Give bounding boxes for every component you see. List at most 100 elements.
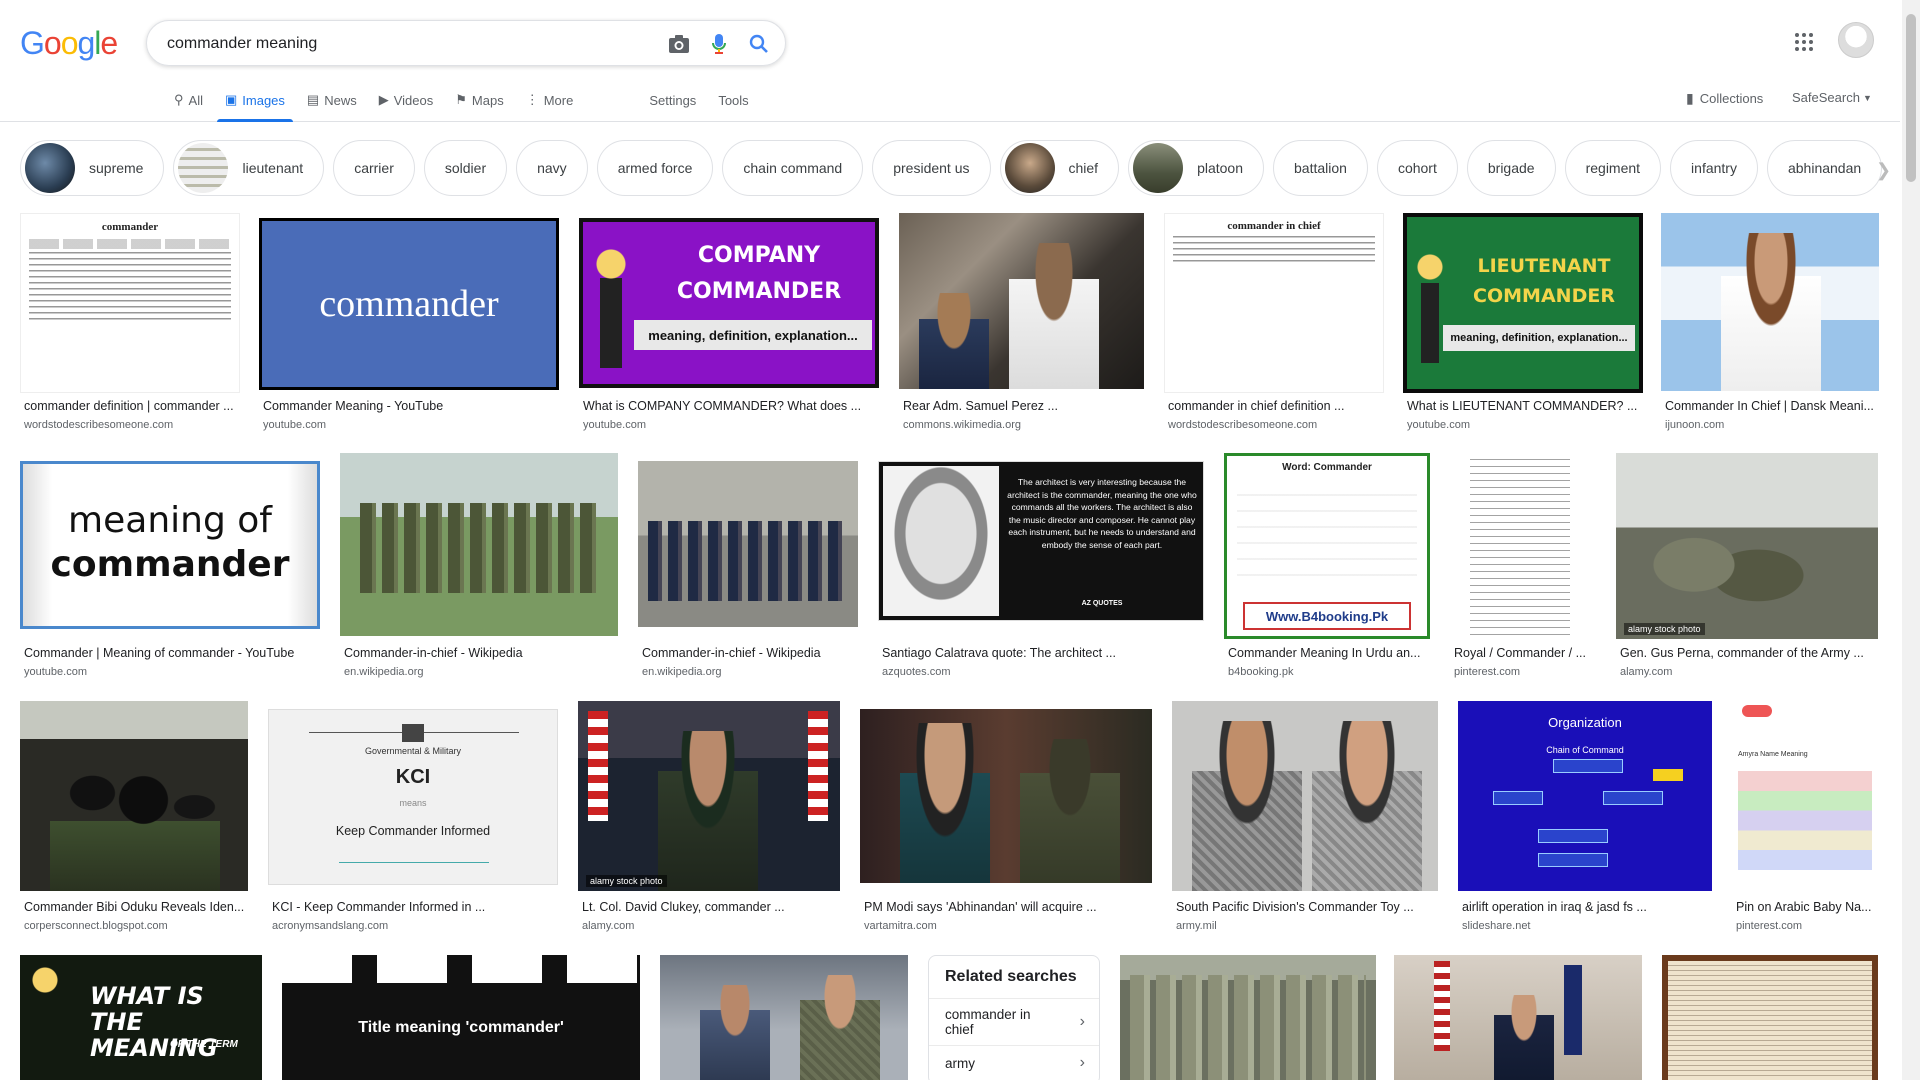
image-result[interactable]: meaning of commander Commander | Meaning… bbox=[20, 461, 320, 681]
result-title[interactable]: commander in chief definition ... bbox=[1168, 399, 1384, 413]
result-title[interactable]: Commander-in-chief - Wikipedia bbox=[344, 646, 618, 660]
chip[interactable]: brigade bbox=[1466, 140, 1556, 196]
result-source[interactable]: ijunoon.com bbox=[1665, 419, 1724, 431]
apps-grid-icon[interactable] bbox=[1794, 32, 1818, 56]
chevron-right-icon[interactable]: ❯ bbox=[1876, 160, 1891, 181]
related-search-item[interactable]: army › bbox=[929, 1046, 1099, 1080]
chip[interactable]: cohort bbox=[1376, 140, 1458, 196]
image-result[interactable] bbox=[660, 955, 908, 1080]
result-title[interactable]: Santiago Calatrava quote: The architect … bbox=[882, 646, 1204, 660]
image-result[interactable]: Commander-in-chief - Wikipedia en.wikipe… bbox=[638, 461, 858, 681]
tab-settings[interactable]: Settings bbox=[641, 88, 704, 122]
image-result[interactable]: COMPANY COMMANDER meaning, definition, e… bbox=[579, 213, 879, 433]
image-result[interactable]: Amyra Name Meaning Pin on Arabic Baby Na… bbox=[1732, 701, 1878, 932]
result-title[interactable]: What is LIEUTENANT COMMANDER? ... bbox=[1407, 399, 1643, 413]
chip[interactable]: president us bbox=[872, 140, 991, 196]
image-result[interactable]: Word: Commander Www.B4booking.Pk Command… bbox=[1224, 453, 1430, 681]
chip[interactable]: supreme bbox=[20, 140, 165, 196]
result-title[interactable]: commander definition | commander ... bbox=[24, 399, 240, 413]
tab-images[interactable]: ▣ Images bbox=[216, 88, 293, 122]
image-result[interactable] bbox=[1662, 955, 1878, 1080]
result-source[interactable]: alamy.com bbox=[1620, 666, 1672, 678]
result-source[interactable]: youtube.com bbox=[583, 419, 646, 431]
result-title[interactable]: Commander-in-chief - Wikipedia bbox=[642, 646, 858, 660]
image-result[interactable]: WHAT IS THE MEANING OF THE TERM bbox=[20, 955, 262, 1080]
result-source[interactable]: youtube.com bbox=[263, 419, 326, 431]
result-source[interactable]: vartamitra.com bbox=[864, 920, 937, 932]
camera-icon[interactable] bbox=[667, 32, 691, 56]
image-result[interactable]: PM Modi says 'Abhinandan' will acquire .… bbox=[860, 709, 1152, 932]
tab-more[interactable]: ⋮ More bbox=[518, 88, 582, 122]
account-avatar[interactable] bbox=[1838, 22, 1874, 58]
image-result[interactable]: Organization Chain of Command airlift op… bbox=[1458, 701, 1712, 932]
result-source[interactable]: youtube.com bbox=[24, 666, 87, 678]
image-result[interactable]: commander in chief commander in chief de… bbox=[1164, 213, 1384, 433]
result-source[interactable]: corpersconnect.blogspot.com bbox=[24, 920, 168, 932]
image-result[interactable]: Commander Bibi Oduku Reveals Iden... cor… bbox=[20, 701, 248, 932]
microphone-icon[interactable] bbox=[707, 32, 731, 56]
chip[interactable]: chain command bbox=[722, 140, 864, 196]
image-result[interactable]: commander commander definition | command… bbox=[20, 213, 240, 433]
search-input[interactable] bbox=[167, 33, 647, 55]
search-box[interactable] bbox=[146, 20, 786, 66]
result-title[interactable]: Commander | Meaning of commander - YouTu… bbox=[24, 646, 320, 660]
chip[interactable]: lieutenant bbox=[173, 140, 325, 196]
result-source[interactable]: en.wikipedia.org bbox=[642, 666, 722, 678]
chip[interactable]: abhinandan bbox=[1766, 140, 1883, 196]
image-result[interactable]: Commander-in-chief - Wikipedia en.wikipe… bbox=[340, 453, 618, 681]
image-result[interactable]: alamy stock photo Lt. Col. David Clukey,… bbox=[578, 701, 840, 932]
result-source[interactable]: pinterest.com bbox=[1454, 666, 1520, 678]
result-source[interactable]: commons.wikimedia.org bbox=[903, 419, 1021, 431]
result-title[interactable]: Commander Meaning In Urdu an... bbox=[1228, 646, 1430, 660]
collections-link[interactable]: ▮ Collections bbox=[1686, 90, 1763, 107]
chip[interactable]: infantry bbox=[1670, 140, 1758, 196]
image-result[interactable]: Royal / Commander / ... pinterest.com bbox=[1450, 453, 1596, 681]
image-result[interactable]: Title meaning 'commander' bbox=[282, 955, 640, 1080]
chip[interactable]: armed force bbox=[596, 140, 714, 196]
result-source[interactable]: youtube.com bbox=[1407, 419, 1470, 431]
result-title[interactable]: Pin on Arabic Baby Na... bbox=[1736, 900, 1878, 914]
result-source[interactable]: pinterest.com bbox=[1736, 920, 1802, 932]
chip[interactable]: chief bbox=[999, 140, 1120, 196]
image-result[interactable] bbox=[1394, 955, 1642, 1080]
image-result[interactable]: Governmental & Military KCI means Keep C… bbox=[268, 709, 558, 932]
result-source[interactable]: slideshare.net bbox=[1462, 920, 1531, 932]
result-title[interactable]: Gen. Gus Perna, commander of the Army ..… bbox=[1620, 646, 1878, 660]
search-icon[interactable] bbox=[747, 32, 771, 56]
result-title[interactable]: Lt. Col. David Clukey, commander ... bbox=[582, 900, 840, 914]
google-logo[interactable]: Google bbox=[20, 25, 118, 62]
chip[interactable]: platoon bbox=[1128, 140, 1265, 196]
image-result[interactable]: Commander In Chief | Dansk Meani... ijun… bbox=[1661, 213, 1879, 433]
tab-news[interactable]: ▤ News bbox=[299, 88, 365, 122]
tab-tools[interactable]: Tools bbox=[710, 88, 756, 122]
result-title[interactable]: KCI - Keep Commander Informed in ... bbox=[272, 900, 558, 914]
tab-maps[interactable]: ⚑ Maps bbox=[447, 88, 511, 122]
result-source[interactable]: azquotes.com bbox=[882, 666, 950, 678]
tab-all[interactable]: ⚲ All bbox=[166, 88, 211, 122]
image-result[interactable]: commander Commander Meaning - YouTube yo… bbox=[259, 213, 559, 433]
result-title[interactable]: South Pacific Division's Commander Toy .… bbox=[1176, 900, 1438, 914]
page-scrollbar[interactable] bbox=[1902, 0, 1920, 1080]
image-result[interactable]: The architect is very interesting becaus… bbox=[878, 461, 1204, 681]
safesearch-toggle[interactable]: SafeSearch ▼ bbox=[1792, 90, 1872, 105]
chip[interactable]: carrier bbox=[333, 140, 415, 196]
result-title[interactable]: What is COMPANY COMMANDER? What does ... bbox=[583, 399, 879, 413]
chip[interactable]: battalion bbox=[1273, 140, 1368, 196]
result-title[interactable]: Commander Bibi Oduku Reveals Iden... bbox=[24, 900, 248, 914]
image-result[interactable]: LIEUTENANT COMMANDER meaning, definition… bbox=[1403, 213, 1643, 433]
result-source[interactable]: wordstodescribesomeone.com bbox=[24, 419, 173, 431]
result-title[interactable]: Royal / Commander / ... bbox=[1454, 646, 1596, 660]
chip[interactable]: soldier bbox=[423, 140, 508, 196]
image-result[interactable] bbox=[1120, 955, 1376, 1080]
chip[interactable]: navy bbox=[516, 140, 588, 196]
result-title[interactable]: PM Modi says 'Abhinandan' will acquire .… bbox=[864, 900, 1152, 914]
result-title[interactable]: Rear Adm. Samuel Perez ... bbox=[903, 399, 1144, 413]
result-source[interactable]: en.wikipedia.org bbox=[344, 666, 424, 678]
result-source[interactable]: army.mil bbox=[1176, 920, 1217, 932]
related-search-item[interactable]: commander in chief › bbox=[929, 999, 1099, 1046]
chip[interactable]: regiment bbox=[1564, 140, 1662, 196]
tab-videos[interactable]: ▶ Videos bbox=[371, 88, 442, 122]
result-title[interactable]: airlift operation in iraq & jasd fs ... bbox=[1462, 900, 1712, 914]
image-result[interactable]: South Pacific Division's Commander Toy .… bbox=[1172, 701, 1438, 932]
result-title[interactable]: Commander In Chief | Dansk Meani... bbox=[1665, 399, 1879, 413]
